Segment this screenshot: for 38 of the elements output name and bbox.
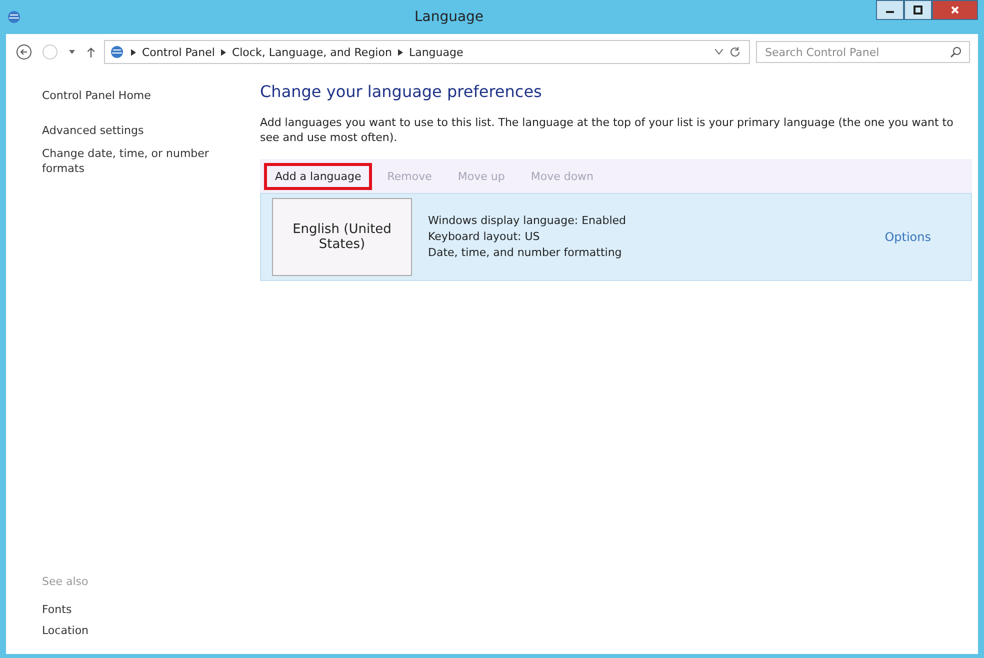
globe-icon	[6, 9, 22, 25]
history-button[interactable]	[66, 48, 78, 56]
search-icon	[950, 46, 962, 58]
see-also-heading: See also	[42, 575, 90, 588]
maximize-icon	[913, 5, 923, 15]
breadcrumb[interactable]: Control Panel	[142, 46, 215, 58]
back-button[interactable]	[14, 44, 34, 60]
description-text: Add languages you want to use to this list. The language at the top of your list is your primary language (the one you want to see and use most often).	[260, 115, 954, 145]
caret-icon	[68, 48, 76, 56]
sidebar-link[interactable]: Advanced settings	[42, 123, 242, 138]
sidebar-link[interactable]: Control Panel Home	[42, 88, 242, 103]
page-heading: Change your language preferences	[260, 82, 543, 101]
close-button[interactable]	[932, 0, 978, 20]
language-name: English (United States)	[292, 222, 392, 252]
dropdown-icon	[715, 49, 723, 55]
chevron-icon	[220, 48, 226, 56]
sidebar-link[interactable]: Location	[42, 623, 242, 638]
chevron-icon	[398, 48, 403, 56]
minimize-button[interactable]	[876, 0, 904, 20]
chevron-icon	[131, 48, 136, 56]
language-row[interactable]: English (United States) Windows display language: Enabled Keyboard layout: US Date, time, and number formatting Options	[260, 193, 972, 281]
up-arrow-icon	[86, 46, 96, 58]
toolbar-button[interactable]: Add a language	[264, 162, 372, 190]
refresh-icon	[729, 46, 741, 58]
language-detail: Keyboard layout: US	[428, 229, 541, 245]
options-link[interactable]: Options	[884, 230, 931, 244]
sidebar-link[interactable]: Fonts	[42, 602, 242, 617]
language-detail: Windows display language: Enabled	[428, 213, 628, 229]
address-field[interactable]: Control Panel Clock, Language, and Region Language	[104, 40, 750, 64]
language-detail: Date, time, and number formatting	[428, 245, 623, 261]
breadcrumb[interactable]: Language	[408, 46, 464, 58]
globe-icon	[109, 44, 125, 60]
window-title: Language	[413, 9, 485, 25]
breadcrumb[interactable]: Clock, Language, and Region	[232, 46, 392, 58]
close-icon	[950, 5, 960, 15]
maximize-button[interactable]	[904, 0, 932, 20]
search-field[interactable]: Search Control Panel	[756, 41, 970, 63]
sidebar-link[interactable]: Change date, time, or number formats	[42, 146, 242, 176]
